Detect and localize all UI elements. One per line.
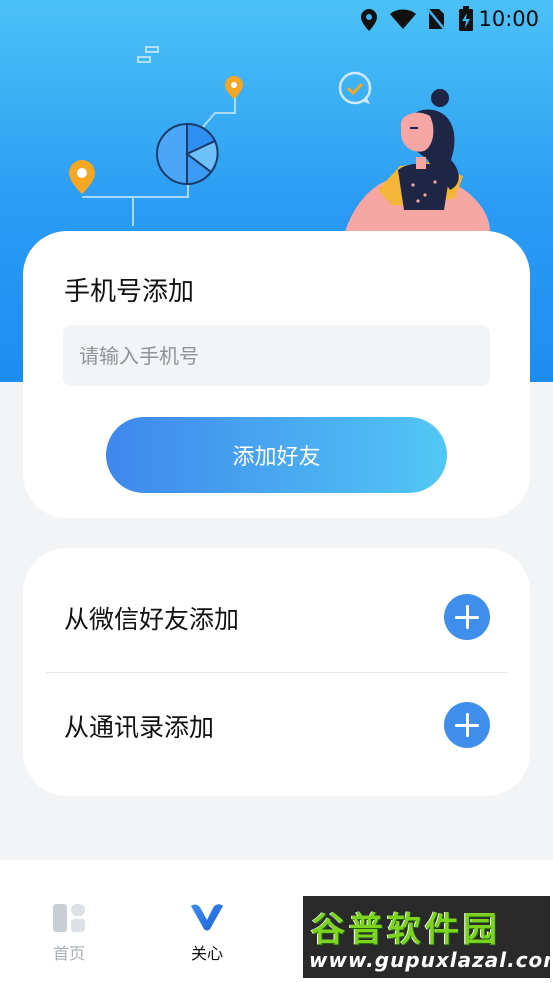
v-logo-icon: [191, 904, 223, 931]
add-from-contacts-label: 从通讯录添加: [64, 713, 215, 742]
watermark-url: www.gupuxlazal.com: [309, 948, 550, 972]
battery-charging-icon: [459, 6, 473, 31]
phone-add-title: 手机号添加: [64, 277, 195, 307]
tab-care-label: 关心: [190, 944, 223, 963]
add-friend-button[interactable]: 添加好友: [106, 417, 447, 493]
plus-circle-icon[interactable]: [444, 702, 490, 748]
location-icon: [361, 9, 377, 31]
status-bar: 10:00: [0, 0, 553, 40]
tab-home-label: 首页: [52, 944, 85, 963]
add-from-wechat-label: 从微信好友添加: [64, 605, 240, 634]
no-sim-icon: [426, 7, 446, 31]
add-from-contacts-row[interactable]: 从通讯录添加: [23, 672, 530, 780]
wifi-icon: [390, 9, 416, 29]
plus-circle-icon[interactable]: [444, 594, 490, 640]
phone-number-input[interactable]: [63, 325, 490, 386]
home-grid-icon: [53, 904, 85, 932]
map-pin-small-icon: [225, 76, 243, 99]
check-bubble-icon: [338, 71, 372, 105]
status-time: 10:00: [478, 7, 539, 31]
decor-dashes: [137, 46, 159, 63]
add-from-wechat-row[interactable]: 从微信好友添加: [23, 564, 530, 672]
tab-care[interactable]: 关心: [167, 898, 247, 968]
woman-illustration: [345, 89, 490, 232]
add-options-card: 从微信好友添加 从通讯录添加: [23, 548, 530, 796]
pie-chart-icon: [156, 122, 219, 186]
tab-home[interactable]: 首页: [29, 898, 109, 968]
watermark-title: 谷普软件园: [311, 910, 501, 950]
phone-add-card: 手机号添加 添加好友: [23, 231, 530, 518]
map-pin-icon: [69, 160, 95, 194]
watermark-banner: 谷普软件园 www.gupuxlazal.com: [303, 896, 550, 978]
